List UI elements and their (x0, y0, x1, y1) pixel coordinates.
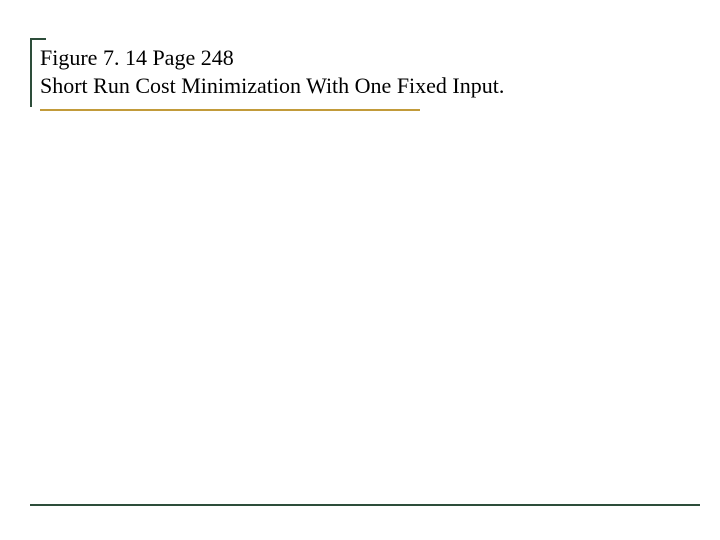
slide: Figure 7. 14 Page 248 Short Run Cost Min… (0, 0, 720, 540)
title-box: Figure 7. 14 Page 248 Short Run Cost Min… (30, 38, 690, 107)
title-underline-accent (40, 109, 420, 111)
figure-reference: Figure 7. 14 Page 248 (40, 44, 680, 72)
bottom-rule (30, 504, 700, 506)
figure-title: Short Run Cost Minimization With One Fix… (40, 72, 680, 100)
